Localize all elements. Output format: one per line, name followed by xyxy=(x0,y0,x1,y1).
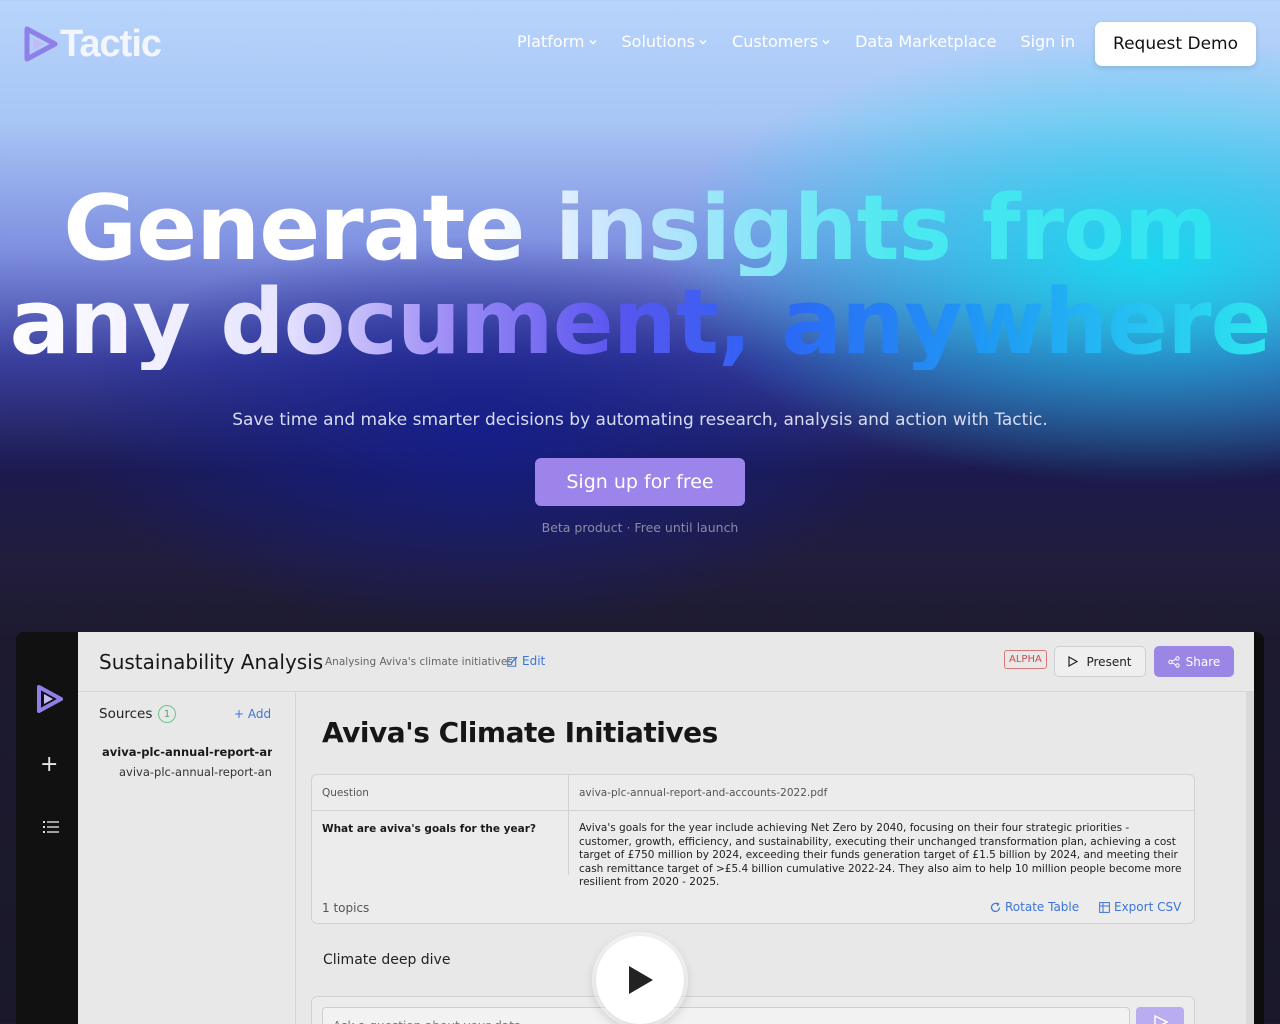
brand-name: Tactic xyxy=(60,23,162,65)
brand-logo[interactable]: Tactic xyxy=(24,23,162,65)
nav-data-marketplace-label: Data Marketplace xyxy=(855,32,997,51)
share-label: Share xyxy=(1185,654,1221,669)
hero-title: Generate insights from any document, any… xyxy=(0,182,1280,370)
ask-panel xyxy=(311,996,1195,1024)
play-icon xyxy=(629,966,653,994)
column-header-question: Question xyxy=(322,787,369,799)
play-video-button[interactable] xyxy=(596,936,684,1024)
nav-sign-in[interactable]: Sign in xyxy=(1020,32,1075,51)
hero-title-line2: any document, anywhere xyxy=(0,276,1280,370)
send-icon xyxy=(1154,1014,1169,1024)
logo-triangle-icon[interactable] xyxy=(36,684,64,714)
question-cell: What are aviva's goals for the year? xyxy=(322,823,536,835)
present-label: Present xyxy=(1086,654,1132,669)
logo-triangle-icon xyxy=(24,26,58,62)
top-nav: Tactic Platform Solutions Customers Data… xyxy=(0,0,1280,88)
share-button[interactable]: Share xyxy=(1154,646,1234,677)
nav-sign-in-label: Sign in xyxy=(1020,32,1075,51)
export-csv-label: Export CSV xyxy=(1114,900,1182,914)
table-header: Question aviva-plc-annual-report-and-acc… xyxy=(312,775,1194,811)
present-button[interactable]: Present xyxy=(1054,646,1146,677)
add-source-button[interactable]: + Add xyxy=(234,707,271,721)
send-button[interactable] xyxy=(1136,1007,1184,1024)
app-topbar: Sustainability Analysis Analysing Aviva'… xyxy=(78,632,1254,692)
nav-customers[interactable]: Customers xyxy=(732,32,831,51)
share-icon xyxy=(1167,655,1180,668)
nav-platform[interactable]: Platform xyxy=(517,32,597,51)
edit-label: Edit xyxy=(522,654,546,668)
nav-customers-label: Customers xyxy=(732,32,819,51)
table-icon xyxy=(1099,901,1110,913)
chevron-down-icon xyxy=(588,39,597,45)
rotate-icon xyxy=(990,901,1001,912)
nav-data-marketplace[interactable]: Data Marketplace xyxy=(855,32,996,51)
sources-sidebar: Sources 1 + Add aviva-plc-annual-report-… xyxy=(78,692,296,1024)
document-title: Sustainability Analysis xyxy=(99,650,324,674)
edit-button[interactable]: Edit xyxy=(507,654,545,668)
scrollbar[interactable] xyxy=(1246,692,1254,1024)
chevron-down-icon xyxy=(699,39,707,45)
analysis-content: Aviva's Climate Initiatives Question avi… xyxy=(296,692,1254,1024)
section-title: Climate deep dive xyxy=(323,952,451,968)
request-demo-button[interactable]: Request Demo xyxy=(1095,22,1256,66)
alpha-badge: ALPHA xyxy=(1004,650,1047,669)
sign-up-button[interactable]: Sign up for free xyxy=(535,458,745,506)
nav-platform-label: Platform xyxy=(517,32,585,51)
chevron-down-icon xyxy=(822,39,830,45)
app-left-rail: + xyxy=(16,632,78,1024)
analysis-heading: Aviva's Climate Initiatives xyxy=(322,716,718,749)
source-item[interactable]: aviva-plc-annual-report-and-accounts-202… xyxy=(102,745,272,759)
source-file[interactable]: aviva-plc-annual-report-and-accounts-202… xyxy=(119,765,272,779)
nav-links: Platform Solutions Customers Data Market… xyxy=(517,32,1075,51)
rotate-table-label: Rotate Table xyxy=(1005,900,1080,914)
sources-label: Sources xyxy=(99,706,153,722)
ask-question-input[interactable] xyxy=(322,1007,1130,1024)
hero-subtitle: Save time and make smarter decisions by … xyxy=(232,410,1048,430)
hero-title-line1: Generate insights from xyxy=(0,182,1280,276)
beta-note: Beta product · Free until launch xyxy=(541,520,739,535)
edit-icon xyxy=(507,656,518,667)
nav-solutions-label: Solutions xyxy=(621,32,696,51)
topics-count: 1 topics xyxy=(322,901,370,915)
answer-cell: Aviva's goals for the year include achie… xyxy=(579,822,1182,888)
rotate-table-button[interactable]: Rotate Table xyxy=(990,900,1079,914)
question-table: Question aviva-plc-annual-report-and-acc… xyxy=(311,774,1195,924)
sources-count-badge: 1 xyxy=(158,705,176,723)
list-icon[interactable] xyxy=(43,820,59,834)
plus-icon[interactable]: + xyxy=(40,754,58,776)
export-csv-button[interactable]: Export CSV xyxy=(1099,900,1181,914)
document-subtitle: Analysing Aviva's climate initiatives xyxy=(325,656,513,668)
column-header-document: aviva-plc-annual-report-and-accounts-202… xyxy=(579,787,828,799)
nav-solutions[interactable]: Solutions xyxy=(622,32,709,51)
play-outline-icon xyxy=(1068,656,1079,667)
column-divider xyxy=(568,775,569,875)
